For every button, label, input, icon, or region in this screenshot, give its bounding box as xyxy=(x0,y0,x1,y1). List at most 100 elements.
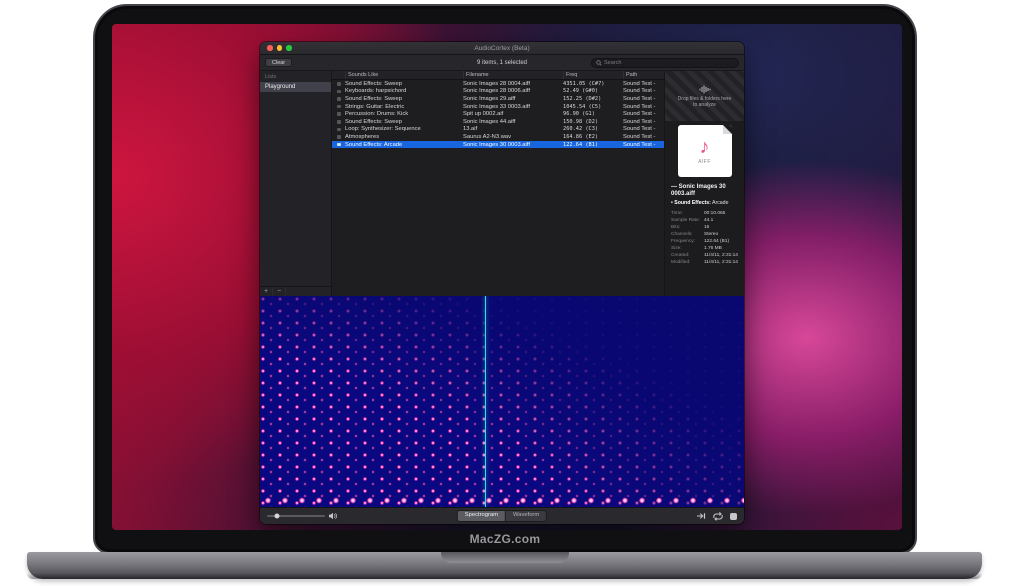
table-row[interactable]: Sound Effects: Sweep Sonic Images 29.aif… xyxy=(332,95,664,103)
cell-path: Sound Test - xyxy=(623,104,664,110)
spectrogram-floor xyxy=(260,496,744,505)
cell-freq: 122.64 (B1) xyxy=(563,142,623,148)
search-field[interactable] xyxy=(591,58,739,68)
table-row-selected[interactable]: Sound Effects: Arcade Sonic Images 30 00… xyxy=(332,141,664,149)
cell-filename: 13.aif xyxy=(463,126,563,132)
table-row[interactable]: Loop: Synthesizer: Sequence 13.aif 260.4… xyxy=(332,126,664,134)
window-titlebar: AudioCortex (Beta) xyxy=(260,42,744,55)
transport-right-icons xyxy=(697,512,737,521)
cell-path: Sound Test - xyxy=(623,111,664,117)
toolbar: Clear 9 items, 1 selected xyxy=(260,55,744,71)
detail-row: Sample Rate: 44.1 xyxy=(671,217,738,224)
table-row[interactable]: Sound Effects: Sweep Sonic Images 28 000… xyxy=(332,80,664,88)
search-input[interactable] xyxy=(604,60,734,66)
cell-filename: Spit up 0002.aif xyxy=(463,111,563,117)
spectrogram-view[interactable] xyxy=(260,296,744,507)
speaker-icon xyxy=(329,512,338,520)
view-mode-segmented-control: Spectrogram Waveform xyxy=(457,510,547,522)
detail-row: Channels: Stereo xyxy=(671,231,738,238)
column-header-icon-spacer xyxy=(332,71,345,79)
cell-filename: Sonic Images 33 0003.aiff xyxy=(463,104,563,110)
table-row[interactable]: Percussion: Drums: Kick Spit up 0002.aif… xyxy=(332,110,664,118)
sidebar-footer: + − xyxy=(260,286,331,296)
laptop-frame: AudioCortex (Beta) Clear 9 items, 1 sele… xyxy=(93,4,917,554)
transport-bar: Spectrogram Waveform xyxy=(260,507,744,524)
dropzone[interactable]: Drop files & folders here to analyze xyxy=(665,71,744,121)
cell-sounds-like: Sound Effects: Sweep xyxy=(345,119,463,125)
cell-freq: 260.42 (C3) xyxy=(563,126,623,132)
cell-freq: 164.86 (E2) xyxy=(563,134,623,140)
cell-sounds-like: Sound Effects: Sweep xyxy=(345,96,463,102)
main-area: Lists Playground + − Sounds Like Filenam… xyxy=(260,71,744,296)
category-label: • Sound Effects: xyxy=(671,200,711,206)
tab-waveform[interactable]: Waveform xyxy=(506,510,547,522)
detail-row: Time: 00:10.065 xyxy=(671,210,738,217)
cell-sounds-like: Atmospheres xyxy=(345,134,463,140)
cell-path: Sound Test - xyxy=(623,142,664,148)
category-value: Arcade xyxy=(712,200,728,206)
volume-slider[interactable] xyxy=(267,515,325,517)
table-row[interactable]: Sound Effects: Sweep Sonic Images 44.aif… xyxy=(332,118,664,126)
cell-filename: Sonic Images 28 0006.aiff xyxy=(463,88,563,94)
music-note-icon: ♪ xyxy=(700,137,710,157)
cell-sounds-like: Sound Effects: Arcade xyxy=(345,142,463,148)
tab-spectrogram[interactable]: Spectrogram xyxy=(457,510,506,522)
cell-sounds-like: Keyboards: harpsichord xyxy=(345,88,463,94)
cell-path: Sound Test - xyxy=(623,119,664,125)
cell-freq: 52.49 (G#0) xyxy=(563,88,623,94)
laptop-base-notch xyxy=(441,552,569,563)
sidebar-header: Lists xyxy=(260,71,331,82)
waveform-icon xyxy=(699,85,711,94)
column-header-freq[interactable]: Freq xyxy=(563,71,623,79)
volume-control xyxy=(267,512,338,520)
cell-path: Sound Test - xyxy=(623,96,664,102)
cell-path: Sound Test - xyxy=(623,88,664,94)
cell-filename: Sonic Images 28 0004.aiff xyxy=(463,81,563,87)
aiff-file-icon: ♪ AIFF xyxy=(678,125,732,177)
cell-filename: Sonic Images 44.aiff xyxy=(463,119,563,125)
window-title: AudioCortex (Beta) xyxy=(474,45,529,52)
inspector-panel: Drop files & folders here to analyze ♪ A… xyxy=(664,71,744,296)
cell-freq: 150.98 (D2) xyxy=(563,119,623,125)
sidebar-item-playground[interactable]: Playground xyxy=(260,82,331,92)
add-list-button[interactable]: + xyxy=(260,287,273,296)
loop-icon[interactable] xyxy=(712,512,724,521)
clear-button[interactable]: Clear xyxy=(265,58,292,67)
column-header-sounds-like[interactable]: Sounds Like xyxy=(345,71,463,79)
file-details: Time: 00:10.065 Sample Rate: 44.1 Bits: … xyxy=(665,209,744,267)
file-type-label: AIFF xyxy=(698,159,711,165)
playhead[interactable] xyxy=(485,296,486,507)
detail-row: Size: 1.76 MB xyxy=(671,245,738,252)
sound-type-icon xyxy=(337,120,341,124)
zoom-button[interactable] xyxy=(286,45,292,51)
traffic-lights xyxy=(267,42,292,54)
sound-type-icon xyxy=(337,82,341,86)
remove-list-button[interactable]: − xyxy=(273,287,286,296)
table-row[interactable]: Strings: Guitar: Electric Sonic Images 3… xyxy=(332,103,664,111)
column-header-path[interactable]: Path xyxy=(623,71,664,79)
table-row[interactable]: Atmospheres Saurus A2-N3.wav 164.86 (E2)… xyxy=(332,133,664,141)
detail-row: Created: 11/4/11, 2:31:14 PM xyxy=(671,252,738,259)
selected-file-category: • Sound Effects: Arcade xyxy=(665,199,744,209)
table-header: Sounds Like Filename Freq Path xyxy=(332,71,664,80)
column-header-filename[interactable]: Filename xyxy=(463,71,563,79)
selected-file-title: — Sonic Images 30 0003.aiff xyxy=(665,180,744,199)
sidebar: Lists Playground + − xyxy=(260,71,332,296)
table-row[interactable]: Keyboards: harpsichord Sonic Images 28 0… xyxy=(332,88,664,96)
stop-icon[interactable] xyxy=(730,513,737,520)
close-button[interactable] xyxy=(267,45,273,51)
screenshot-canvas: AudioCortex (Beta) Clear 9 items, 1 sele… xyxy=(0,0,1009,586)
sound-type-icon xyxy=(337,97,341,101)
laptop-base xyxy=(27,552,982,579)
skip-to-end-icon[interactable] xyxy=(697,512,706,520)
cell-sounds-like: Strings: Guitar: Electric xyxy=(345,104,463,110)
dropzone-text: Drop files & folders here to analyze xyxy=(677,96,733,108)
cell-freq: 1045.54 (C5) xyxy=(563,104,623,110)
cell-filename: Sonic Images 29.aiff xyxy=(463,96,563,102)
table-body: Sound Effects: Sweep Sonic Images 28 000… xyxy=(332,80,664,148)
volume-knob[interactable] xyxy=(275,514,280,519)
cell-path: Sound Test - xyxy=(623,81,664,87)
minimize-button[interactable] xyxy=(277,45,283,51)
detail-row: Frequency: 122.64 (B1) xyxy=(671,238,738,245)
sound-type-icon xyxy=(337,112,341,116)
